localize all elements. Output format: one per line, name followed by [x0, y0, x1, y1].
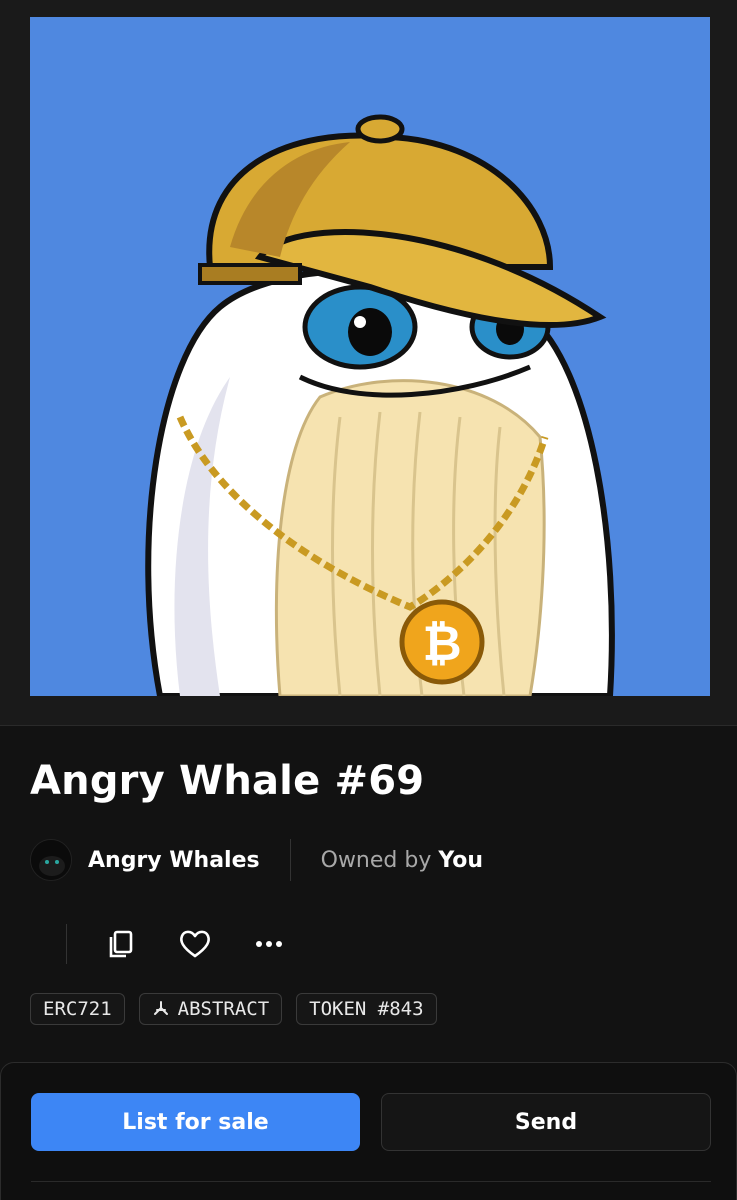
image-panel: ₿ — [0, 0, 737, 726]
token-standard-label: ERC721 — [43, 998, 112, 1020]
copy-button[interactable] — [101, 924, 141, 964]
copy-icon — [109, 930, 133, 958]
send-button[interactable]: Send — [381, 1093, 711, 1151]
sheet-divider — [31, 1181, 711, 1182]
nft-image[interactable]: ₿ — [30, 17, 710, 696]
actions-divider — [66, 924, 67, 964]
svg-text:₿: ₿ — [422, 616, 461, 672]
page-title: Angry Whale #69 — [30, 758, 425, 804]
angry-whale-artwork: ₿ — [30, 17, 710, 696]
token-standard-tag: ERC721 — [30, 993, 125, 1025]
meta-row: Angry Whales Owned by You — [30, 838, 483, 882]
favorite-button[interactable] — [175, 924, 215, 964]
collection-name[interactable]: Angry Whales — [88, 848, 260, 873]
more-horizontal-icon — [256, 941, 282, 947]
more-options-button[interactable] — [249, 924, 289, 964]
tags-row: ERC721 ABSTRACT TOKEN #843 — [30, 993, 437, 1025]
owner-value[interactable]: You — [438, 848, 483, 873]
list-for-sale-button[interactable]: List for sale — [31, 1093, 360, 1151]
chain-label: ABSTRACT — [177, 998, 270, 1020]
collection-avatar[interactable] — [30, 839, 72, 881]
meta-divider — [289, 839, 291, 881]
actions-row — [30, 922, 289, 966]
bottom-action-sheet: List for sale Send — [0, 1062, 737, 1200]
token-id-label: TOKEN #843 — [309, 998, 424, 1020]
heart-icon — [180, 930, 210, 958]
chain-tag[interactable]: ABSTRACT — [138, 993, 283, 1025]
owned-by-label: Owned by — [320, 847, 432, 873]
whale-avatar-icon — [31, 840, 71, 880]
token-id-tag: TOKEN #843 — [296, 993, 437, 1025]
abstract-chain-icon — [152, 1000, 170, 1018]
